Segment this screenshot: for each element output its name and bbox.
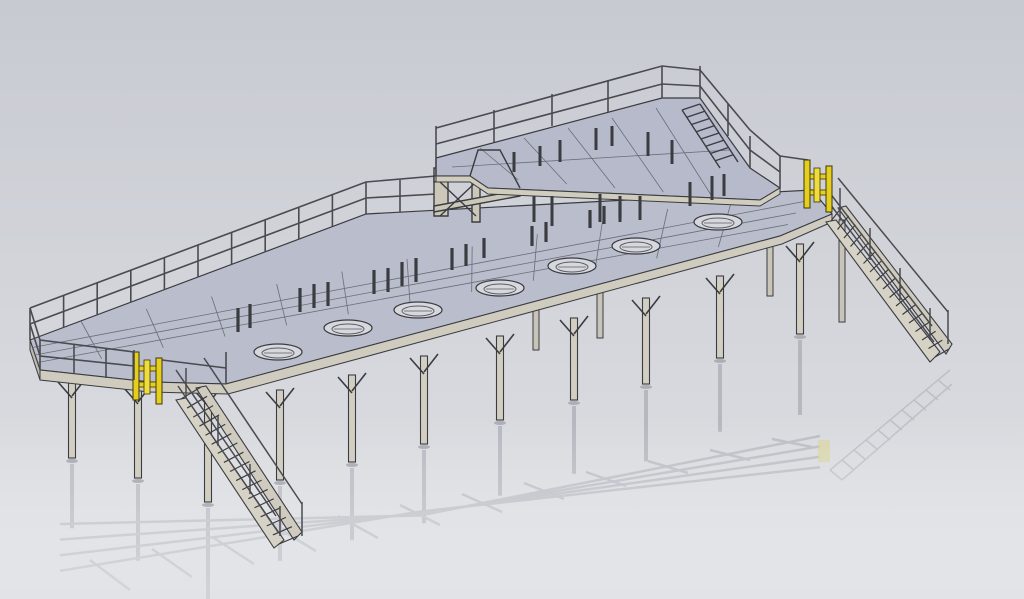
left-gate-post-b (155, 357, 163, 405)
column-foot-shadow (132, 479, 144, 483)
right-gate-post-b (825, 165, 833, 213)
grid-line (471, 246, 473, 292)
column-foot-shadow (714, 359, 726, 363)
column-foot-shadow (66, 459, 78, 463)
column-foot-shadow (794, 335, 806, 339)
column-foot-shadow (568, 401, 580, 405)
left-gate-leaf (143, 359, 151, 395)
column-foot-shadow (418, 445, 430, 449)
cad-viewport[interactable] (0, 0, 1024, 599)
reflection-fade (0, 420, 1024, 599)
column-foot-shadow (640, 385, 652, 389)
platform-3d-model[interactable] (0, 0, 1024, 599)
right-gate-post-a (803, 159, 811, 209)
column-foot-shadow (202, 503, 214, 507)
right-gate-leaf (813, 167, 821, 203)
column-foot-shadow (274, 481, 286, 485)
column-foot-shadow (346, 463, 358, 467)
column-foot-shadow (494, 421, 506, 425)
